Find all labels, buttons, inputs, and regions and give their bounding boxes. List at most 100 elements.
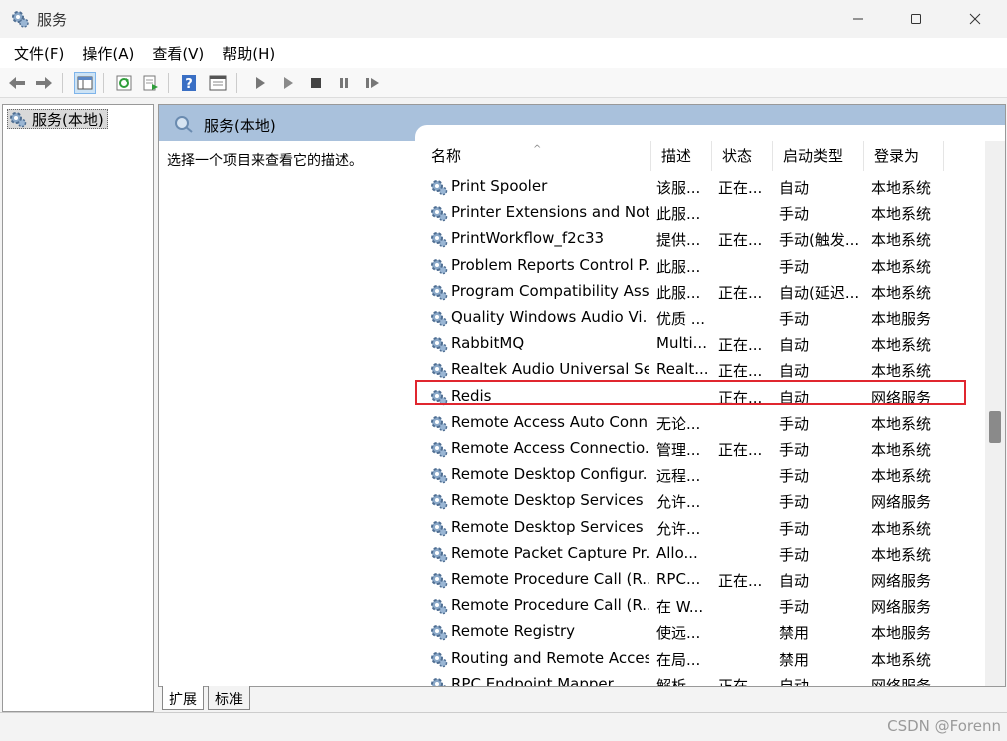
service-name: Remote Access Connectio... <box>451 439 649 457</box>
minimize-button[interactable] <box>835 4 881 34</box>
service-gear-icon <box>431 651 448 667</box>
maximize-icon <box>911 14 921 24</box>
service-row[interactable]: Remote Access Connectio... 管理... 正在... 手动 本地… <box>421 436 941 462</box>
service-startup-type: 自动 <box>779 179 810 197</box>
service-description-cell: 管理... <box>656 441 701 459</box>
stop-icon <box>311 78 321 88</box>
service-row[interactable]: Remote Desktop Services 允许... 手动 网络服务 <box>421 488 941 514</box>
column-header-logon-as[interactable]: 登录为 <box>864 141 944 171</box>
service-gear-icon <box>431 232 448 248</box>
service-row[interactable]: Remote Procedure Call (R... RPC... 正在... 自动… <box>421 567 941 593</box>
service-description-cell: RPC... <box>656 570 701 588</box>
column-header-description[interactable]: 描述 <box>651 141 712 171</box>
service-row[interactable]: Printer Extensions and Noti... 此服... 手动 本地系… <box>421 200 941 226</box>
vertical-scrollbar[interactable] <box>985 141 1005 686</box>
service-name: Remote Registry <box>451 622 576 641</box>
service-name: PrintWorkflow_f2c33 <box>451 229 605 248</box>
column-header-name[interactable]: 名称 ^ <box>421 141 651 171</box>
tab-standard[interactable]: 标准 <box>208 686 250 710</box>
service-description-cell: 此服... <box>656 205 701 224</box>
service-description-cell: Multi... <box>656 334 707 353</box>
service-gear-icon <box>431 442 448 458</box>
column-header-startup-type[interactable]: 启动类型 <box>773 141 864 171</box>
service-logon-as: 本地系统 <box>871 179 932 197</box>
service-name: Print Spooler <box>451 177 548 195</box>
service-logon-as: 本地系统 <box>871 257 932 276</box>
pause-service-button[interactable] <box>333 72 355 94</box>
service-row[interactable]: Remote Packet Capture Pr... Allo... 手动 本地系统 <box>421 541 941 567</box>
help-icon: ? <box>182 75 196 92</box>
service-row[interactable]: Remote Procedure Call (R... 在 W... 手动 网络服务 <box>421 593 941 619</box>
restart-service-button[interactable] <box>362 72 384 94</box>
redis-highlight-box <box>415 380 966 405</box>
sort-ascending-icon: ^ <box>533 144 542 155</box>
pause-resume-play-button[interactable] <box>277 72 299 94</box>
service-gear-icon <box>431 206 448 222</box>
maximize-button[interactable] <box>893 4 939 34</box>
service-description-cell: 此服... <box>656 257 701 276</box>
service-gear-icon <box>431 625 448 641</box>
service-row[interactable]: RabbitMQ Multi... 正在... 自动 本地系统 <box>421 331 941 357</box>
forward-arrow-icon <box>36 77 52 89</box>
service-row[interactable]: Print Spooler 该服... 正在... 自动 本地系统 <box>421 174 941 200</box>
service-description-cell: 无论... <box>656 414 701 433</box>
service-row[interactable]: Remote Access Auto Conn... 无论... 手动 本地系统 <box>421 410 941 436</box>
service-name: Printer Extensions and Noti... <box>451 203 649 222</box>
stop-service-button[interactable] <box>305 72 327 94</box>
back-arrow-icon <box>9 77 25 89</box>
service-row[interactable]: RPC Endpoint Mapper 解析... 正在... 自动 网络服务 <box>421 672 941 686</box>
column-header-status[interactable]: 状态 <box>712 141 773 171</box>
refresh-button[interactable] <box>113 72 135 94</box>
service-description: 选择一个项目来查看它的描述。 <box>167 153 363 169</box>
service-gear-icon <box>431 520 448 536</box>
export-list-button[interactable] <box>140 72 162 94</box>
service-row[interactable]: Remote Desktop Services ... 允许... 手动 本地系统 <box>421 515 941 541</box>
menu-file[interactable]: 文件(F) <box>6 43 72 64</box>
service-logon-as: 本地系统 <box>871 519 932 538</box>
service-startup-type: 手动 <box>779 414 810 433</box>
service-description-cell: 在局... <box>656 650 701 669</box>
service-row[interactable]: PrintWorkflow_f2c33 提供... 正在... 手动(触发... 本地系… <box>421 226 941 252</box>
service-logon-as: 本地系统 <box>871 231 932 250</box>
help-button[interactable]: ? <box>178 72 200 94</box>
tree-item-services-local[interactable]: 服务(本地) <box>7 109 108 129</box>
service-name: Quality Windows Audio Vi... <box>451 308 649 326</box>
service-gear-icon <box>431 311 448 327</box>
service-row[interactable]: Routing and Remote Access 在局... 禁用 本地系统 <box>421 646 941 672</box>
properties-button[interactable] <box>207 72 229 94</box>
toolbar-separator <box>168 73 169 93</box>
service-status: 正在... <box>718 179 763 197</box>
service-name: Remote Desktop Services ... <box>451 517 649 536</box>
start-service-button[interactable] <box>249 72 271 94</box>
tab-extended[interactable]: 扩展 <box>162 686 204 710</box>
menu-action[interactable]: 操作(A) <box>74 43 142 64</box>
scrollbar-thumb[interactable] <box>989 411 1001 443</box>
window-title: 服务 <box>37 11 68 29</box>
service-row[interactable]: Remote Registry 使远... 禁用 本地服务 <box>421 619 941 645</box>
services-search-icon <box>175 116 193 133</box>
menu-help[interactable]: 帮助(H) <box>214 43 283 64</box>
forward-button[interactable] <box>33 72 55 94</box>
service-row[interactable]: Remote Desktop Configur... 远程... 手动 本地系统 <box>421 462 941 488</box>
service-logon-as: 网络服务 <box>871 572 932 590</box>
service-name: Routing and Remote Access <box>451 648 649 667</box>
service-status: 正在... <box>718 283 763 302</box>
close-button[interactable] <box>952 4 998 34</box>
service-status: 正在... <box>718 572 763 590</box>
export-list-icon <box>143 75 158 91</box>
back-button[interactable] <box>6 72 28 94</box>
service-gear-icon <box>431 415 448 432</box>
menu-view[interactable]: 查看(V) <box>144 43 212 64</box>
service-row[interactable]: Quality Windows Audio Vi... 优质 ... 手动 本地服务 <box>421 305 941 331</box>
show-hide-console-tree-button[interactable] <box>74 72 96 94</box>
service-logon-as: 本地服务 <box>871 624 932 643</box>
service-row[interactable]: Problem Reports Control P... 此服... 手动 本地系统 <box>421 253 941 279</box>
pause-icon <box>340 78 348 88</box>
service-startup-type: 手动 <box>779 493 810 512</box>
service-row[interactable]: Program Compatibility Assi... 此服... 正在... 自… <box>421 279 941 305</box>
service-logon-as: 网络服务 <box>871 598 932 617</box>
service-logon-as: 本地系统 <box>871 362 932 381</box>
service-gear-icon <box>431 573 448 589</box>
service-gear-icon <box>431 599 448 615</box>
svg-text:?: ? <box>185 77 193 92</box>
